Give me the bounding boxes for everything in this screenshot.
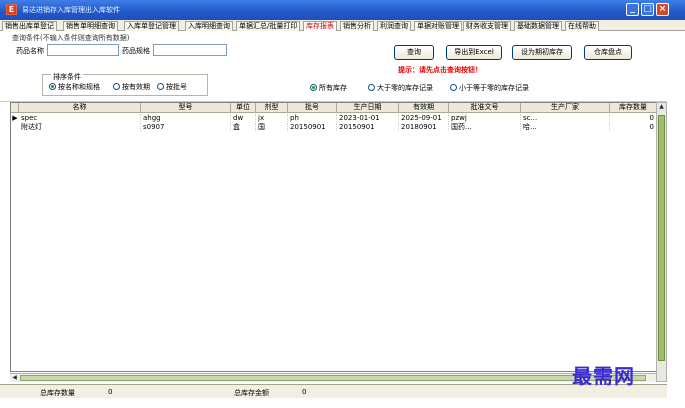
drug-name-input[interactable]	[47, 44, 119, 56]
maximize-icon[interactable]: □	[641, 3, 654, 16]
sort-by-expiry-radio[interactable]: 按有效期	[113, 82, 150, 92]
tab-in-register[interactable]: 入库单登记管理	[124, 21, 179, 31]
drug-spec-input[interactable]	[153, 44, 227, 56]
cell-model: ahgg	[141, 114, 231, 122]
cell-batch: ph	[288, 114, 337, 122]
cell-manufacturer: 哈...	[521, 123, 610, 131]
col-model[interactable]: 型号	[141, 103, 231, 113]
vertical-scrollbar[interactable]: ▲	[656, 102, 667, 382]
table-row[interactable]: ▶ spec ahgg dw jx ph 2023-01-01 2025-09-…	[11, 114, 656, 122]
close-icon[interactable]: ×	[656, 3, 669, 16]
table-row[interactable]: 附达灯 s0907 盒 国 20150901 20150901 20180901…	[11, 123, 656, 131]
horizontal-scrollbar[interactable]: ◀	[10, 373, 656, 382]
row-indicator-header	[11, 103, 19, 113]
cell-batch: 20150901	[288, 123, 337, 131]
cell-expiry: 20180901	[399, 123, 449, 131]
sort-by-batch-radio[interactable]: 按批号	[157, 82, 187, 92]
cell-dosage-form: jx	[256, 114, 288, 122]
cell-expiry: 2025-09-01	[399, 114, 449, 122]
cell-approval-no: pzwj	[449, 114, 521, 122]
tab-doc-summary-print[interactable]: 单据汇总/批量打印	[236, 21, 301, 31]
scroll-up-icon[interactable]: ▲	[657, 103, 666, 111]
tab-in-detail-query[interactable]: 入库明细查询	[185, 21, 233, 31]
col-approval-no[interactable]: 批准文号	[449, 103, 521, 113]
total-qty-value: 0	[108, 388, 113, 396]
radio-selected-icon	[49, 83, 56, 90]
col-manufacturer[interactable]: 生产厂家	[521, 103, 610, 113]
radio-icon	[157, 83, 164, 90]
sort-by-name-spec-radio[interactable]: 按名称和规格	[49, 82, 100, 92]
total-qty-label: 总库存数量	[40, 389, 75, 397]
cell-prod-date: 20150901	[337, 123, 399, 131]
cell-approval-no: 国药...	[449, 123, 521, 131]
col-batch[interactable]: 批号	[288, 103, 337, 113]
query-panel: 查询条件(不输入条件则查询所有数据) 药品名称 药品规格 查询 导出到Excel…	[0, 31, 667, 102]
cell-stock-qty: 0	[610, 114, 656, 122]
tab-sales-analysis[interactable]: 销售分析	[340, 21, 374, 31]
col-name[interactable]: 名称	[19, 103, 141, 113]
minimize-icon[interactable]: _	[626, 3, 639, 16]
tab-doc-reconcile[interactable]: 单据对账管理	[414, 21, 462, 31]
filter-positive-stock-radio[interactable]: 大于零的库存记录	[368, 83, 433, 93]
total-amount-value: 0	[302, 388, 307, 396]
cell-prod-date: 2023-01-01	[337, 114, 399, 122]
stocktake-button[interactable]: 仓库盘点	[584, 45, 632, 60]
window-title: 易达进销存入库管理出入库软件	[22, 6, 120, 14]
sort-conditions-label: 排序条件	[51, 72, 83, 82]
tab-finance[interactable]: 财务收支管理	[463, 21, 511, 31]
query-button[interactable]: 查询	[394, 45, 434, 60]
hint-text: 提示：请先点击查询按钮！	[398, 66, 482, 74]
tab-sales-detail-query[interactable]: 销售单明细查询	[63, 21, 118, 31]
radio-icon	[113, 83, 120, 90]
tab-online-help[interactable]: 在线帮助	[565, 21, 599, 31]
sort-conditions-group: 排序条件 按名称和规格 按有效期 按批号	[42, 72, 208, 96]
watermark-logo: 最需网	[572, 364, 635, 388]
title-bar: E 易达进销存入库管理出入库软件 _ □ ×	[0, 0, 685, 20]
col-dosage-form[interactable]: 剂型	[256, 103, 288, 113]
radio-selected-icon	[310, 84, 317, 91]
row-indicator	[11, 123, 19, 131]
col-unit[interactable]: 单位	[231, 103, 256, 113]
current-row-arrow-icon: ▶	[12, 114, 18, 122]
col-stock-qty[interactable]: 库存数量	[610, 103, 656, 113]
vertical-scroll-thumb[interactable]	[658, 115, 665, 361]
set-opening-stock-button[interactable]: 设为期初库存	[512, 45, 572, 60]
scroll-left-icon[interactable]: ◀	[10, 374, 19, 382]
cell-stock-qty: 0	[610, 123, 656, 131]
export-excel-button[interactable]: 导出到Excel	[446, 45, 502, 60]
app-icon: E	[6, 4, 17, 15]
cell-unit: dw	[231, 114, 256, 122]
cell-unit: 盒	[231, 123, 256, 131]
query-group-label: 查询条件(不输入条件则查询所有数据)	[12, 34, 130, 42]
stock-grid[interactable]: 名称 型号 单位 剂型 批号 生产日期 有效期 批准文号 生产厂家 库存数量 ▶…	[10, 102, 657, 372]
grid-header: 名称 型号 单位 剂型 批号 生产日期 有效期 批准文号 生产厂家 库存数量	[11, 103, 656, 113]
drug-spec-label: 药品规格	[122, 47, 150, 55]
horizontal-scroll-thumb[interactable]	[20, 375, 646, 381]
cell-manufacturer: sc...	[521, 114, 610, 122]
tab-strip: 销售出库单登记 销售单明细查询 入库单登记管理 入库明细查询 单据汇总/批量打印…	[0, 20, 685, 32]
cell-dosage-form: 国	[256, 123, 288, 131]
cell-name: 附达灯	[19, 123, 141, 131]
tab-base-data[interactable]: 基础数据管理	[514, 21, 562, 31]
radio-icon	[450, 84, 457, 91]
cell-name: spec	[19, 114, 141, 122]
tab-profit-query[interactable]: 利润查询	[377, 21, 411, 31]
drug-name-label: 药品名称	[16, 47, 44, 55]
status-bar: 总库存数量 0 总库存金额 0	[0, 384, 667, 398]
total-amount-label: 总库存金额	[234, 389, 269, 397]
filter-all-stock-radio[interactable]: 所有库存	[310, 83, 347, 93]
col-expiry[interactable]: 有效期	[399, 103, 449, 113]
col-prod-date[interactable]: 生产日期	[337, 103, 399, 113]
radio-icon	[368, 84, 375, 91]
cell-model: s0907	[141, 123, 231, 131]
filter-nonpositive-stock-radio[interactable]: 小于等于零的库存记录	[450, 83, 529, 93]
tab-sales-out-register[interactable]: 销售出库单登记	[2, 21, 57, 31]
